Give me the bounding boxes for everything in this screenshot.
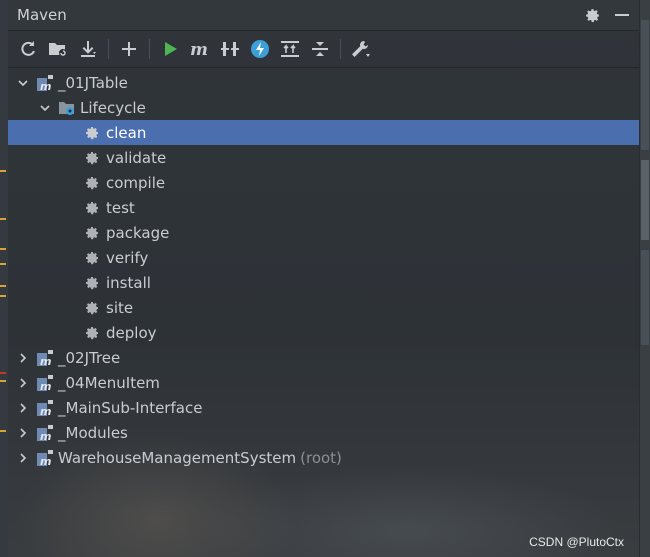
- chevron-right-icon[interactable]: [16, 351, 30, 365]
- maven-module-icon: m: [36, 399, 54, 417]
- tree-project-row[interactable]: m _02JTree: [8, 345, 640, 370]
- goal-label: site: [106, 298, 134, 317]
- show-dependencies-icon[interactable]: [276, 35, 304, 63]
- tree-goal-row[interactable]: test: [8, 195, 640, 220]
- goal-label: package: [106, 223, 170, 242]
- chevron-right-icon[interactable]: [16, 376, 30, 390]
- svg-text:m: m: [40, 355, 51, 367]
- reload-icon[interactable]: [14, 35, 42, 63]
- svg-text:m: m: [40, 405, 51, 417]
- tree-project-row[interactable]: m _01JTable: [8, 70, 640, 95]
- skip-tests-icon[interactable]: [246, 35, 274, 63]
- right-tool-strip: [639, 0, 650, 557]
- chevron-right-icon[interactable]: [16, 426, 30, 440]
- maven-module-icon: m: [36, 374, 54, 392]
- download-icon[interactable]: [74, 35, 102, 63]
- project-label: _02JTree: [58, 348, 121, 367]
- tree-goal-row[interactable]: install: [8, 270, 640, 295]
- lifecycle-folder-icon: [58, 99, 76, 117]
- gear-icon: [84, 300, 100, 316]
- tree-goal-row[interactable]: site: [8, 295, 640, 320]
- toggle-offline-icon[interactable]: [216, 35, 244, 63]
- lifecycle-label: Lifecycle: [80, 98, 146, 117]
- tree-goal-row[interactable]: verify: [8, 245, 640, 270]
- svg-text:m: m: [40, 80, 51, 92]
- chevron-down-icon[interactable]: [38, 101, 52, 115]
- tool-tab-icon[interactable]: [641, 20, 649, 150]
- project-label: _01JTable: [58, 73, 128, 92]
- chevron-down-icon[interactable]: [16, 76, 30, 90]
- goal-label: compile: [106, 173, 166, 192]
- goal-label: install: [106, 273, 151, 292]
- collapse-all-icon[interactable]: [306, 35, 334, 63]
- svg-text:m: m: [40, 455, 51, 467]
- goal-label: test: [106, 198, 135, 217]
- maven-project-tree: m _01JTable Lifecycle clean validate com…: [8, 68, 640, 470]
- goal-label: clean: [106, 123, 147, 142]
- tree-project-row[interactable]: m _Modules: [8, 420, 640, 445]
- chevron-right-icon[interactable]: [16, 401, 30, 415]
- tree-project-row[interactable]: m _MainSub-Interface: [8, 395, 640, 420]
- editor-gutter: [0, 0, 8, 557]
- gear-icon: [84, 275, 100, 291]
- tree-goal-row[interactable]: clean: [8, 120, 640, 145]
- goal-label: validate: [106, 148, 167, 167]
- gear-icon: [84, 225, 100, 241]
- maven-toolbar: m: [8, 31, 640, 68]
- chevron-right-icon[interactable]: [16, 451, 30, 465]
- svg-text:m: m: [190, 40, 208, 58]
- run-icon[interactable]: [156, 35, 184, 63]
- tool-tab-icon[interactable]: [641, 160, 649, 240]
- project-label: _Modules: [58, 423, 128, 442]
- project-label: _MainSub-Interface: [58, 398, 203, 417]
- tree-goal-row[interactable]: deploy: [8, 320, 640, 345]
- tree-goal-row[interactable]: validate: [8, 145, 640, 170]
- maven-module-icon: m: [36, 349, 54, 367]
- maven-module-icon: m: [36, 74, 54, 92]
- panel-title: Maven: [17, 6, 67, 24]
- gear-icon: [84, 150, 100, 166]
- gear-icon: [84, 200, 100, 216]
- root-suffix: (root): [300, 448, 342, 467]
- generate-sources-icon[interactable]: [44, 35, 72, 63]
- panel-header: Maven: [8, 0, 640, 31]
- settings-wrench-icon[interactable]: [347, 35, 375, 63]
- tree-lifecycle-row[interactable]: Lifecycle: [8, 95, 640, 120]
- gear-icon: [84, 250, 100, 266]
- tree-goal-row[interactable]: compile: [8, 170, 640, 195]
- execute-goal-icon[interactable]: m: [186, 35, 214, 63]
- tree-project-row[interactable]: m _04MenuItem: [8, 370, 640, 395]
- maven-module-icon: m: [36, 449, 54, 467]
- tree-goal-row[interactable]: package: [8, 220, 640, 245]
- svg-text:m: m: [40, 380, 51, 392]
- gear-icon: [84, 125, 100, 141]
- svg-text:m: m: [40, 430, 51, 442]
- project-label: WarehouseManagementSystem: [58, 448, 297, 467]
- gear-icon: [84, 175, 100, 191]
- project-label: _04MenuItem: [58, 373, 160, 392]
- minimize-icon[interactable]: [612, 5, 632, 25]
- watermark: CSDN @PlutoCtx: [529, 535, 624, 549]
- maven-module-icon: m: [36, 424, 54, 442]
- tool-tab-icon[interactable]: [641, 250, 649, 345]
- gear-icon: [84, 325, 100, 341]
- goal-label: deploy: [106, 323, 157, 342]
- gear-icon[interactable]: [582, 5, 602, 25]
- maven-tool-window: Maven m m _01JTable Lifecycle clean vali…: [8, 0, 640, 557]
- goal-label: verify: [106, 248, 149, 267]
- add-icon[interactable]: [115, 35, 143, 63]
- tree-project-row[interactable]: m WarehouseManagementSystem (root): [8, 445, 640, 470]
